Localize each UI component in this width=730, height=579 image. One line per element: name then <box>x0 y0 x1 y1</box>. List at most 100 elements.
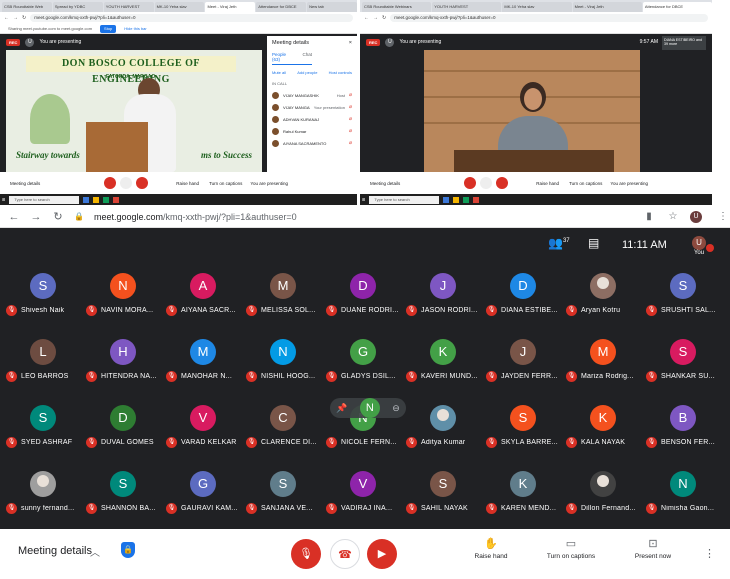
participant-tile[interactable]: L 🎙 LEO BARROS <box>4 327 84 387</box>
taskbar-app-icon[interactable] <box>103 196 110 203</box>
remove-icon[interactable]: ⊖ <box>392 403 400 414</box>
browser-tab[interactable]: CSB Roundtable Web <box>2 2 52 12</box>
participant-row[interactable]: Rahul Kumar ⌀ <box>272 125 352 137</box>
participant-tile[interactable]: D 🎙 DUVAL GOMES <box>84 393 164 453</box>
participant-tile[interactable]: S 🎙 SKYLA BARRE... <box>484 393 564 453</box>
participant-tile[interactable]: S 🎙 Shivesh Naik <box>4 261 84 321</box>
mute-all-button[interactable]: Mute all <box>272 70 286 75</box>
browser-tab[interactable]: YOUTH HARVEST <box>103 2 154 12</box>
participant-tile[interactable]: S 🎙 SHANKAR SU... <box>644 327 724 387</box>
presenting-button[interactable]: You are presenting <box>250 181 288 186</box>
menu-icon[interactable]: ⋮ <box>716 211 730 222</box>
participant-tile[interactable]: S 🎙 SHANNON BA... <box>84 459 164 519</box>
chevron-up-icon[interactable]: ︿ <box>90 544 100 559</box>
participant-tile[interactable]: M 🎙 MANOHAR N... <box>164 327 244 387</box>
close-icon[interactable]: × <box>349 40 352 46</box>
participant-tile[interactable]: M 🎙 Mariza Rodrig... <box>564 327 644 387</box>
shield-icon[interactable]: 🔒 <box>121 542 135 558</box>
participant-tile[interactable]: 🎙 sunny fernand... <box>4 459 84 519</box>
participant-tile[interactable]: 🎙 Aryan Kotru <box>564 261 644 321</box>
participant-tile[interactable]: D 🎙 DIANA ESTIBE... <box>484 261 564 321</box>
taskbar-search[interactable]: Type here to search <box>9 195 80 204</box>
participant-tile[interactable]: J 🎙 JASON RODRI... <box>404 261 484 321</box>
participant-tile[interactable]: C 🎙 CLARENCE DI... <box>244 393 324 453</box>
forward-icon[interactable]: → <box>30 211 42 223</box>
taskbar-app-icon[interactable] <box>113 196 120 203</box>
participant-tile[interactable]: V 🎙 VARAD KELKAR <box>164 393 244 453</box>
hang-up-button[interactable] <box>120 177 133 189</box>
browser-tab[interactable]: Meet - Viraj Jeth <box>205 2 256 12</box>
forward-icon[interactable]: → <box>13 15 18 21</box>
camera-off-button[interactable] <box>496 177 509 189</box>
taskbar-app-icon[interactable] <box>443 196 450 203</box>
participant-tile[interactable]: B 🎙 BENSON FER... <box>644 393 724 453</box>
browser-tab[interactable]: CSB Roundtable Webinars <box>362 2 432 12</box>
star-icon[interactable]: ☆ <box>666 211 680 222</box>
participant-row[interactable]: VIJAY MANGASHIK Host ⌀ <box>272 89 352 101</box>
pin-icon[interactable]: 📌 <box>336 403 347 414</box>
more-options-icon[interactable]: ⋮ <box>704 547 715 560</box>
reload-icon[interactable]: ↻ <box>22 15 26 21</box>
chat-icon[interactable]: ▤ <box>588 236 599 250</box>
hide-bar-link[interactable]: Hide this bar <box>124 24 146 33</box>
forward-icon[interactable]: → <box>373 15 378 21</box>
participant-tile[interactable]: K 🎙 KALA NAYAK <box>564 393 644 453</box>
participant-tile[interactable]: D 🎙 DUANE RODRI... <box>324 261 404 321</box>
back-icon[interactable]: ← <box>8 211 20 223</box>
participant-tile[interactable]: N 🎙 NAVIN MORA... <box>84 261 164 321</box>
browser-tab[interactable]: MK-10 Yeha slav <box>154 2 205 12</box>
meeting-details-button[interactable]: Meeting details <box>18 545 92 557</box>
add-people-button[interactable]: Add people <box>297 70 317 75</box>
taskbar-search[interactable]: Type here to search <box>369 195 440 204</box>
stop-sharing-button[interactable]: Stop <box>100 25 117 33</box>
participant-tile[interactable]: 🎙 Dillon Fernand... <box>564 459 644 519</box>
browser-tab[interactable]: Attendance for DBCE <box>256 2 307 12</box>
mic-off-button[interactable]: 🎙 <box>291 539 321 569</box>
reload-icon[interactable]: ↻ <box>52 210 64 223</box>
participant-tile[interactable]: A 🎙 AIYANA SACR... <box>164 261 244 321</box>
taskbar-app-icon[interactable] <box>473 196 480 203</box>
meeting-details-button[interactable]: Meeting details <box>370 181 400 186</box>
taskbar-app-icon[interactable] <box>93 196 100 203</box>
browser-tab[interactable]: Attendance for DBCE <box>642 2 712 12</box>
participant-tile[interactable]: H 🎙 HITENDRA NA... <box>84 327 164 387</box>
camera-off-button[interactable]: ▶ <box>367 539 397 569</box>
participant-tile[interactable]: J 🎙 JAYDEN FERR... <box>484 327 564 387</box>
browser-tab[interactable]: YOUTH HARVEST <box>432 2 502 12</box>
captions-button[interactable]: ▭ Turn on captions <box>536 537 606 560</box>
hang-up-button[interactable] <box>480 177 493 189</box>
lock-icon[interactable]: 🔒 <box>74 212 84 221</box>
camera-indicator-icon[interactable]: ▮ <box>642 211 656 222</box>
participant-tile[interactable]: S 🎙 SANJANA VE... <box>244 459 324 519</box>
taskbar-app-icon[interactable] <box>453 196 460 203</box>
windows-icon[interactable]: ⊞ <box>2 197 5 202</box>
mic-off-button[interactable] <box>104 177 117 189</box>
participant-tile[interactable]: S 🎙 SRUSHTI SAL... <box>644 261 724 321</box>
raise-hand-button[interactable]: Raise hand <box>176 181 199 186</box>
browser-tab[interactable]: New tab <box>307 2 357 12</box>
mic-off-button[interactable] <box>464 177 477 189</box>
participant-tile[interactable]: 🎙 Aditya Kumar <box>404 393 484 453</box>
profile-avatar[interactable]: U <box>690 210 702 223</box>
participant-tile[interactable]: N 🎙 NISHIL HOOG... <box>244 327 324 387</box>
taskbar-app-icon[interactable] <box>83 196 90 203</box>
reload-icon[interactable]: ↻ <box>382 15 386 21</box>
participant-tile[interactable]: M 🎙 MELISSA SOL... <box>244 261 324 321</box>
participant-row[interactable]: AIYANA SACRAMENTO ⌀ <box>272 137 352 149</box>
url-field[interactable]: meet.google.com/kmq-xxth-pwj/?pli=1&auth… <box>390 14 708 22</box>
people-button[interactable]: 👥37 <box>548 236 570 250</box>
meeting-details-button[interactable]: Meeting details <box>10 181 40 186</box>
windows-icon[interactable]: ⊞ <box>362 197 365 202</box>
camera-off-button[interactable] <box>136 177 149 189</box>
participant-tile[interactable]: S 🎙 SYED ASHRAF <box>4 393 84 453</box>
participant-tile[interactable]: S 🎙 SAHIL NAYAK <box>404 459 484 519</box>
url-field[interactable]: meet.google.com/kmq-xxth-pwj/?pli=1&auth… <box>94 212 632 222</box>
taskbar-app-icon[interactable] <box>463 196 470 203</box>
participant-tile[interactable]: K 🎙 KAREN MEND... <box>484 459 564 519</box>
browser-tab[interactable]: MK-10 Yeha slav <box>502 2 572 12</box>
present-now-button[interactable]: ⊡ Present now <box>618 537 688 560</box>
host-controls-button[interactable]: Host controls <box>329 70 352 75</box>
hang-up-button[interactable]: ☎ <box>330 539 360 569</box>
captions-button[interactable]: Turn on captions <box>209 181 242 186</box>
participant-row[interactable]: VIJAY MANGASHIKYour presentation⌀ <box>272 101 352 113</box>
